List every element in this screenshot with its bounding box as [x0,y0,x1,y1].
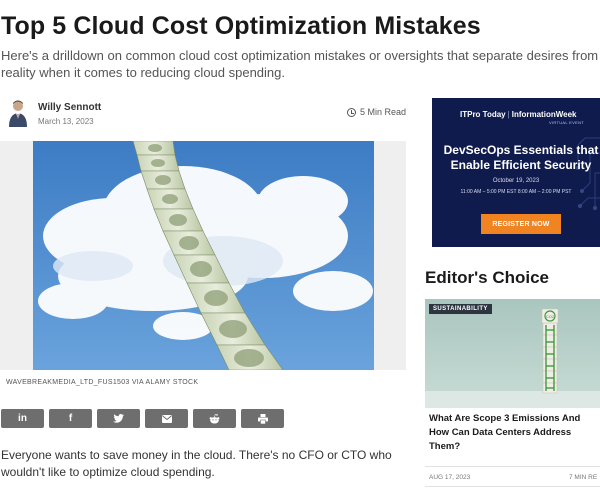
facebook-icon: f [68,413,73,424]
ad-headline: DevSecOps Essentials that Enable Efficie… [436,143,600,173]
editors-choice-card-read-time: 7 MIN RE [569,474,598,481]
card-divider [425,466,600,467]
article-title: Top 5 Cloud Cost Optimization Mistakes [1,12,481,40]
print-icon [257,413,268,424]
publish-date: March 13, 2023 [38,117,94,126]
share-twitter-button[interactable] [97,409,140,428]
article-subtitle: Here's a drilldown on common cloud cost … [1,48,599,80]
share-reddit-button[interactable] [193,409,236,428]
ad-event-type: VIRTUAL EVENT [549,120,585,125]
ad-event-date: October 19, 2023 [492,178,540,184]
ad-brand-informationweek: InformationWeek [511,110,577,119]
ad-headline-line-1: DevSecOps Essentials that [443,143,599,157]
editors-choice-card-title[interactable]: What Are Scope 3 Emissions And How Can D… [429,412,600,454]
share-facebook-button[interactable]: f [49,409,92,428]
twitter-icon [113,414,124,423]
svg-text:CO2: CO2 [546,314,555,319]
share-bar: in f [1,409,284,428]
ad-brand-separator: | [507,110,510,119]
ad-brands: ITPro Today | InformationWeek [460,110,576,119]
image-caption: WAVEBREAKMEDIA_LTD_FUS1503 VIA ALAMY STO… [6,379,199,386]
ad-event-times: 11:00 AM – 5:00 PM EST 8:00 AM – 2:00 PM… [460,189,572,195]
ad-banner[interactable]: ITPro Today | InformationWeek VIRTUAL EVEN… [432,98,600,247]
editors-choice-card-date: AUG 17, 2023 [429,474,471,481]
share-email-button[interactable] [145,409,188,428]
read-time: 5 Min Read [346,107,406,117]
email-icon [161,414,172,423]
ad-register-button[interactable]: REGISTER NOW [481,214,561,234]
share-linkedin-button[interactable]: in [1,409,44,428]
reddit-icon [209,413,220,423]
linkedin-icon: in [18,413,27,424]
hero-image [33,141,374,370]
card-bottom-divider [425,486,600,487]
editors-choice-card-image[interactable]: CO2 SUSTAINABILITY [425,299,600,408]
author-avatar[interactable] [7,99,29,127]
share-print-button[interactable] [241,409,284,428]
author-bar: Willy Sennott March 13, 2023 5 Min Read [4,98,406,130]
ad-brand-itpro: ITPro Today [460,110,506,119]
clock-icon [346,107,356,117]
read-time-label: 5 Min Read [359,107,406,117]
editors-choice-heading: Editor's Choice [425,268,550,287]
author-name[interactable]: Willy Sennott [38,102,101,113]
article-body: Everyone wants to save money in the clou… [1,448,392,479]
category-badge[interactable]: SUSTAINABILITY [429,304,492,314]
circuit-decoration-icon [576,137,600,210]
ad-headline-line-2: Enable Efficient Security [450,158,592,172]
